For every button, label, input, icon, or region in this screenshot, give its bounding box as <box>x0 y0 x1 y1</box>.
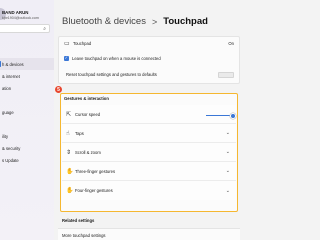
search-icon: ⌕ <box>43 26 46 32</box>
page-title: Touchpad <box>163 16 208 27</box>
scroll-icon: ⇕ <box>66 148 72 156</box>
leave-on-checkbox-row[interactable]: Leave touchpad on when a mouse is connec… <box>64 55 161 61</box>
cursor-speed-label: Cursor speed <box>75 111 101 117</box>
cursor-speed-slider-fill <box>206 115 233 117</box>
sidebar-item-windows-update[interactable]: s Update <box>0 154 54 166</box>
sidebar-item-label: ility <box>2 133 9 139</box>
sidebar-item-personalization[interactable]: ation <box>0 82 54 94</box>
reset-row: Reset touchpad settings and gestures to … <box>66 72 157 77</box>
sidebar-item-label: guage <box>2 109 14 115</box>
more-touchpad-settings-link[interactable]: More touchpad settings <box>62 233 106 238</box>
four-finger-label: Four-finger gestures <box>75 188 113 193</box>
breadcrumb: Bluetooth & devices > Touchpad <box>62 16 208 27</box>
three-finger-row[interactable]: ✋ Three-finger gestures ⌄ <box>62 162 236 181</box>
user-email: kjbr1904@outlook.com <box>2 16 39 20</box>
sidebar-item-label: h & devices <box>2 61 24 67</box>
reset-label: Reset touchpad settings and gestures to … <box>66 72 157 77</box>
taps-label: Taps <box>75 130 84 136</box>
sidebar-item-label: & internet <box>2 73 20 79</box>
tap-icon: ☝ <box>66 129 70 137</box>
sidebar-item-time-language[interactable]: guage <box>0 106 54 118</box>
gestures-section-title: Gestures & interaction <box>64 96 109 101</box>
user-name: BAND ARUN <box>2 10 29 15</box>
sidebar: BAND ARUN kjbr1904@outlook.com ⌕ h & dev… <box>0 0 54 240</box>
chevron-down-icon: ⌄ <box>225 168 230 174</box>
sidebar-item-label: s Update <box>2 157 19 163</box>
sidebar-nav: h & devices & internet ation guage ility… <box>0 58 54 166</box>
breadcrumb-separator: > <box>151 16 158 27</box>
sidebar-item-label: & security <box>2 145 21 151</box>
main-content: Bluetooth & devices > Touchpad ▭ Touchpa… <box>54 0 240 240</box>
leave-on-checkbox[interactable] <box>64 55 69 61</box>
sidebar-item-label: ation <box>2 85 12 91</box>
sidebar-item-apps[interactable] <box>0 94 54 106</box>
three-finger-label: Three-finger gestures <box>75 168 116 174</box>
scroll-zoom-label: Scroll & zoom <box>75 149 101 155</box>
reset-button[interactable] <box>218 72 234 78</box>
scroll-zoom-row[interactable]: ⇕ Scroll & zoom ⌄ <box>62 143 236 162</box>
chevron-down-icon: ⌄ <box>225 149 230 155</box>
touchpad-icon: ▭ <box>64 40 70 47</box>
hand-icon: ✋ <box>66 187 74 194</box>
cursor-speed-slider-thumb[interactable] <box>230 112 236 119</box>
cursor-speed-icon: ⇱ <box>66 110 72 118</box>
touchpad-toggle-state[interactable]: On <box>228 41 234 46</box>
four-finger-row[interactable]: ✋ Four-finger gestures ⌄ <box>62 181 236 200</box>
sidebar-item-gaming[interactable] <box>0 118 54 130</box>
leave-on-label: Leave touchpad on when a mouse is connec… <box>72 56 161 61</box>
sidebar-item-accessibility[interactable]: ility <box>0 130 54 142</box>
sidebar-item-bluetooth[interactable]: h & devices <box>0 58 54 70</box>
chevron-down-icon: ⌄ <box>225 130 230 136</box>
taps-row[interactable]: ☝ Taps ⌄ <box>62 124 236 143</box>
sidebar-item-network[interactable]: & internet <box>0 70 54 82</box>
sidebar-item-privacy[interactable]: & security <box>0 142 54 154</box>
search-input[interactable]: ⌕ <box>0 24 50 33</box>
breadcrumb-parent[interactable]: Bluetooth & devices <box>62 16 146 27</box>
hand-icon: ✋ <box>66 167 74 175</box>
touchpad-row[interactable]: ▭ Touchpad <box>64 40 91 47</box>
step-badge: 5 <box>55 86 62 93</box>
chevron-down-icon: ⌄ <box>225 187 230 194</box>
touchpad-label: Touchpad <box>73 41 92 46</box>
related-settings-title: Related settings <box>62 218 95 223</box>
